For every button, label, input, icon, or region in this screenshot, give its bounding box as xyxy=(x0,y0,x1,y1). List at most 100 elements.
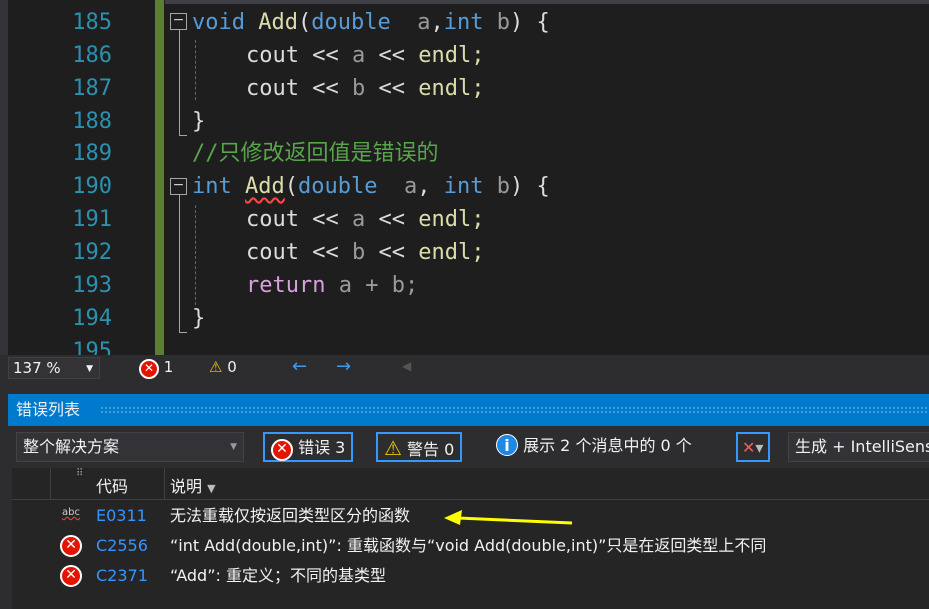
error-description: “int Add(double,int)”: 重载函数与“void Add(do… xyxy=(170,536,767,555)
error-icon: ✕ xyxy=(60,535,82,557)
code-line-193[interactable]: return a + b; xyxy=(246,269,418,302)
previous-arrow-icon[interactable]: ← xyxy=(292,356,307,377)
next-arrow-icon[interactable]: → xyxy=(336,356,351,377)
tok: << xyxy=(312,76,339,101)
column-header-code[interactable]: 代码 xyxy=(96,473,128,497)
tok: ) xyxy=(509,174,524,199)
scroll-left-icon[interactable]: ◀ xyxy=(402,359,411,373)
tok: ( xyxy=(297,10,312,35)
error-icon: ✕ xyxy=(139,359,159,379)
code-line-194[interactable]: } xyxy=(192,302,205,335)
tok: b xyxy=(351,240,366,265)
arrow-shaft xyxy=(457,516,573,525)
panel-title: 错误列表 xyxy=(16,400,81,419)
tok: a xyxy=(417,10,431,35)
code-line-188[interactable]: } xyxy=(192,105,205,138)
code-line-190[interactable]: int Add(double a, int b) { xyxy=(192,170,550,203)
tok: << xyxy=(312,207,339,232)
warning-count: 0 xyxy=(227,358,237,376)
change-tracking-bar xyxy=(155,0,164,355)
tok: void xyxy=(192,10,245,35)
tok xyxy=(483,10,496,35)
error-code[interactable]: C2556 xyxy=(96,531,148,561)
tok xyxy=(377,174,404,199)
line-number: 188 xyxy=(72,109,112,134)
line-number: 189 xyxy=(72,141,112,166)
line-number: 194 xyxy=(72,306,112,331)
chevron-down-icon: ▼ xyxy=(86,364,93,374)
tok: cout xyxy=(246,43,299,68)
tok: << xyxy=(378,240,405,265)
tok: double xyxy=(298,174,378,199)
sort-icon: ▼ xyxy=(207,482,216,495)
zoom-dropdown[interactable]: 137 % ▼ xyxy=(8,357,100,379)
tok: a xyxy=(403,174,418,199)
column-header-description[interactable]: 说明 ▼ xyxy=(170,473,216,497)
tok: int xyxy=(443,174,484,199)
tok: { xyxy=(523,10,550,35)
tok: double xyxy=(311,10,391,35)
tok: endl; xyxy=(418,76,485,101)
error-code[interactable]: E0311 xyxy=(96,501,147,531)
editor-status-bar: 137 % ▼ ✕ 1 ⚠ 0 ← → ◀ xyxy=(0,355,929,382)
messages-label: 展示 2 个消息中的 0 个 xyxy=(523,436,692,455)
source-dropdown[interactable]: 生成 + IntelliSense xyxy=(788,432,929,462)
error-row[interactable]: ✕ C2371 “Add”: 重定义；不同的基类型 xyxy=(12,561,929,591)
clear-filter-button[interactable]: ✕▾ xyxy=(736,432,770,462)
tok xyxy=(391,10,418,35)
code-editor[interactable]: 185 186 187 188 189 190 191 192 193 194 … xyxy=(0,0,929,355)
warning-icon: ⚠ xyxy=(209,358,223,376)
error-code[interactable]: C2371 xyxy=(96,561,148,591)
tok: cout xyxy=(246,240,299,265)
tok xyxy=(232,174,245,199)
code-comment[interactable]: //只修改返回值是错误的 xyxy=(192,137,439,170)
warning-count-button[interactable]: ⚠ 0 xyxy=(209,358,237,376)
error-row[interactable]: ✕ C2556 “int Add(double,int)”: 重载函数与“voi… xyxy=(12,531,929,561)
messages-filter-button[interactable]: i 展示 2 个消息中的 0 个 xyxy=(490,432,698,462)
code-line-187[interactable]: cout << b << endl; xyxy=(246,72,484,105)
intellisense-squiggle-icon: abc xyxy=(62,507,80,518)
warnings-label: 警告 0 xyxy=(407,440,455,459)
line-number: 192 xyxy=(72,240,112,265)
tok: int xyxy=(443,10,484,35)
code-line-185[interactable]: void Add(double a,int b) { xyxy=(192,6,550,39)
line-number: 186 xyxy=(72,43,112,68)
tok: b xyxy=(496,174,510,199)
editor-top-border xyxy=(165,0,929,4)
collapse-icon[interactable]: − xyxy=(170,13,187,30)
tok: , xyxy=(417,174,444,199)
error-list-title-bar[interactable]: 错误列表 xyxy=(8,394,929,426)
fold-bracket xyxy=(179,195,187,333)
annotation-arrow xyxy=(444,510,573,525)
editor-margin xyxy=(0,0,8,355)
tok: ( xyxy=(284,174,298,199)
zoom-value: 137 % xyxy=(13,359,61,377)
errors-filter-button[interactable]: ✕ 错误 3 xyxy=(263,432,354,462)
tok: cout xyxy=(246,76,299,101)
tok: { xyxy=(523,174,550,199)
line-number: 185 xyxy=(72,10,112,35)
error-squiggle-token[interactable]: Add xyxy=(245,174,285,199)
line-number: 195 xyxy=(72,339,112,355)
error-icon: ✕ xyxy=(271,439,293,461)
tok: b xyxy=(496,10,510,35)
column-divider xyxy=(50,468,51,500)
indent-guide xyxy=(195,40,196,100)
tok: << xyxy=(378,43,405,68)
error-description: “Add”: 重定义；不同的基类型 xyxy=(170,566,386,585)
collapse-icon[interactable]: − xyxy=(170,178,187,195)
description-label: 说明 xyxy=(170,477,203,496)
code-line-191[interactable]: cout << a << endl; xyxy=(246,203,484,236)
tok: endl; xyxy=(418,207,485,232)
line-number: 187 xyxy=(72,76,112,101)
tok: cout xyxy=(246,207,299,232)
scope-dropdown[interactable]: 整个解决方案 ▼ xyxy=(16,432,244,462)
error-count-button[interactable]: ✕ 1 xyxy=(139,358,173,379)
indent-guide xyxy=(195,205,196,305)
code-line-192[interactable]: cout << b << endl; xyxy=(246,236,484,269)
grip-icon: ⠿ xyxy=(76,468,84,479)
code-line-186[interactable]: cout << a << endl; xyxy=(246,39,484,72)
tok xyxy=(245,10,258,35)
error-description: 无法重载仅按返回类型区分的函数 xyxy=(170,506,411,525)
warnings-filter-button[interactable]: ⚠ 警告 0 xyxy=(376,432,463,462)
